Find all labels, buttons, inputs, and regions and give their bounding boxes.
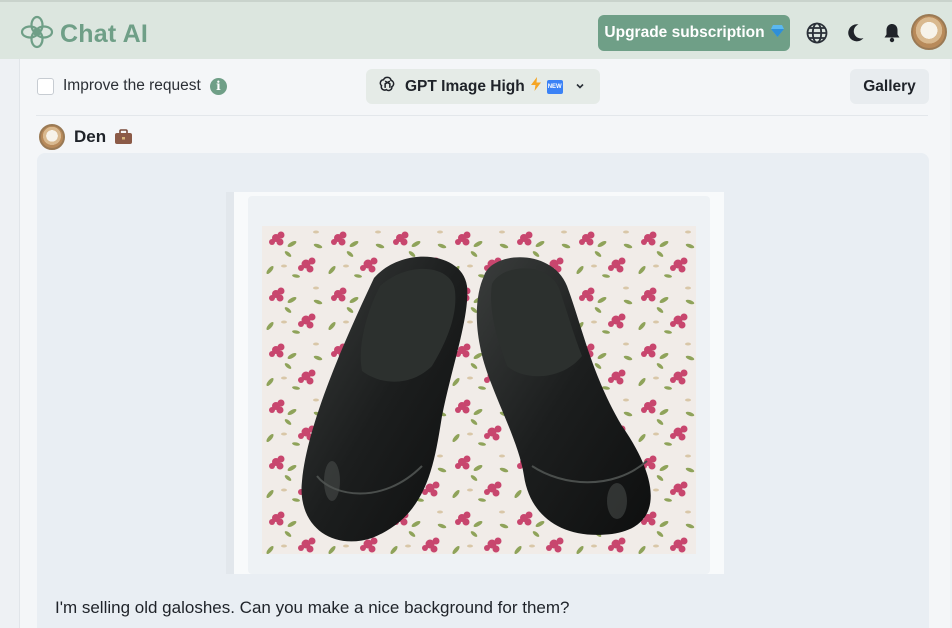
image-card-edge	[226, 192, 234, 574]
upgrade-label: Upgrade subscription	[604, 24, 765, 41]
lightning-icon	[525, 77, 541, 96]
brand[interactable]: Chat AI	[20, 15, 148, 54]
divider	[36, 115, 928, 116]
improve-checkbox[interactable]	[37, 77, 54, 95]
user-avatar	[39, 124, 65, 150]
user-name: Den	[74, 127, 107, 146]
model-select[interactable]: GPT Image High NEW	[366, 69, 600, 104]
message-text: I'm selling old galoshes. Can you make a…	[55, 598, 570, 617]
upgrade-subscription-button[interactable]: Upgrade subscription	[598, 15, 790, 51]
top-header: Chat AI Upgrade subscription	[0, 0, 952, 59]
briefcase-icon	[114, 129, 133, 145]
globe-icon[interactable]	[805, 21, 829, 45]
improve-request-toggle[interactable]: Improve the request i	[37, 77, 227, 95]
improve-label: Improve the request	[63, 77, 201, 94]
openai-logo-icon	[378, 75, 397, 99]
model-name: GPT Image High	[405, 77, 525, 95]
gem-icon	[770, 24, 784, 42]
chevron-down-icon	[563, 78, 585, 96]
new-badge: NEW	[546, 79, 563, 94]
brand-name: Chat AI	[60, 20, 148, 48]
logo-knot-icon	[20, 15, 54, 54]
moon-icon[interactable]	[843, 21, 867, 45]
avatar[interactable]	[911, 14, 947, 50]
photo-galoshes[interactable]	[262, 226, 696, 554]
bell-icon[interactable]	[880, 21, 904, 45]
gallery-button[interactable]: Gallery	[850, 69, 929, 104]
info-icon[interactable]: i	[209, 77, 227, 95]
